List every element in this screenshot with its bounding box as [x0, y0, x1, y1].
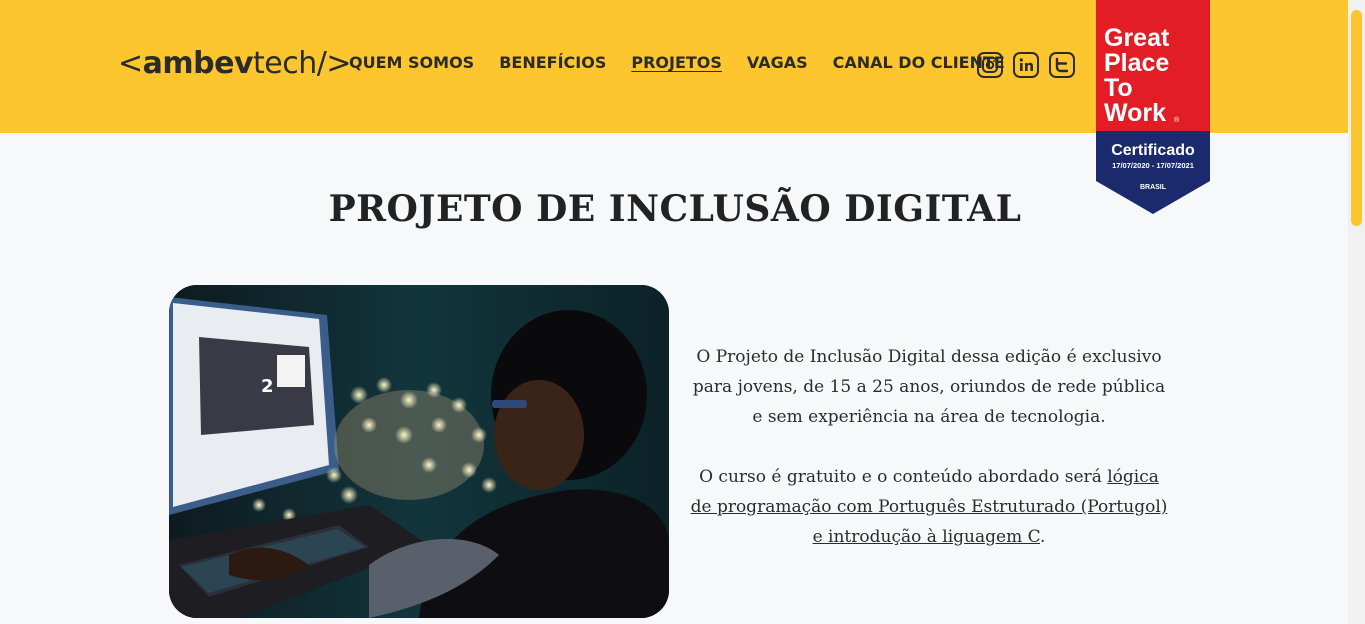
- paragraph-eligibility: O Projeto de Inclusão Digital dessa ediç…: [692, 347, 1166, 427]
- nav-projetos[interactable]: PROJETOS: [631, 52, 722, 74]
- linkedin-icon[interactable]: [1013, 52, 1039, 78]
- ambevtech-logo[interactable]: <ambevtech/>: [118, 44, 352, 84]
- paragraph-course: O curso é gratuito e o conteúdo abordado…: [690, 462, 1168, 552]
- twitter-icon[interactable]: [1049, 52, 1075, 78]
- logo-close-bracket: />: [316, 46, 352, 81]
- badge-certified: Certificado: [1111, 142, 1195, 159]
- svg-text:2: 2: [261, 376, 274, 397]
- logo-bold-text: ambev: [142, 46, 254, 81]
- social-links: [977, 52, 1075, 78]
- logo-regular-text: tech: [253, 46, 317, 81]
- logo-open-bracket: <: [118, 46, 143, 81]
- instagram-icon[interactable]: [977, 52, 1003, 78]
- scrollbar-thumb[interactable]: [1351, 10, 1362, 226]
- page-scrollbar[interactable]: [1348, 0, 1365, 624]
- badge-line2: Place: [1104, 49, 1169, 77]
- page-title: PROJETO DE INCLUSÃO DIGITAL: [328, 188, 1022, 230]
- course-text-prefix: O curso é gratuito e o conteúdo abordado…: [699, 467, 1108, 487]
- course-text-suffix: .: [1040, 527, 1046, 547]
- nav-beneficios[interactable]: BENEFÍCIOS: [499, 52, 606, 74]
- badge-dates: 17/07/2020 - 17/07/2021: [1112, 161, 1194, 170]
- nav-quem-somos[interactable]: QUEM SOMOS: [349, 52, 474, 74]
- nav-vagas[interactable]: VAGAS: [747, 52, 808, 74]
- badge-line4: Work: [1104, 99, 1166, 127]
- great-place-to-work-badge[interactable]: Great Place To Work ® Certificado 17/07/…: [1096, 0, 1210, 214]
- project-description: O Projeto de Inclusão Digital dessa ediç…: [690, 342, 1168, 552]
- inclusion-digital-photo: 2: [169, 285, 669, 618]
- badge-line3: To: [1104, 74, 1133, 102]
- badge-registered-mark: ®: [1174, 116, 1180, 124]
- main-nav: QUEM SOMOS BENEFÍCIOS PROJETOS VAGAS CAN…: [349, 52, 1005, 74]
- badge-line1: Great: [1104, 24, 1170, 52]
